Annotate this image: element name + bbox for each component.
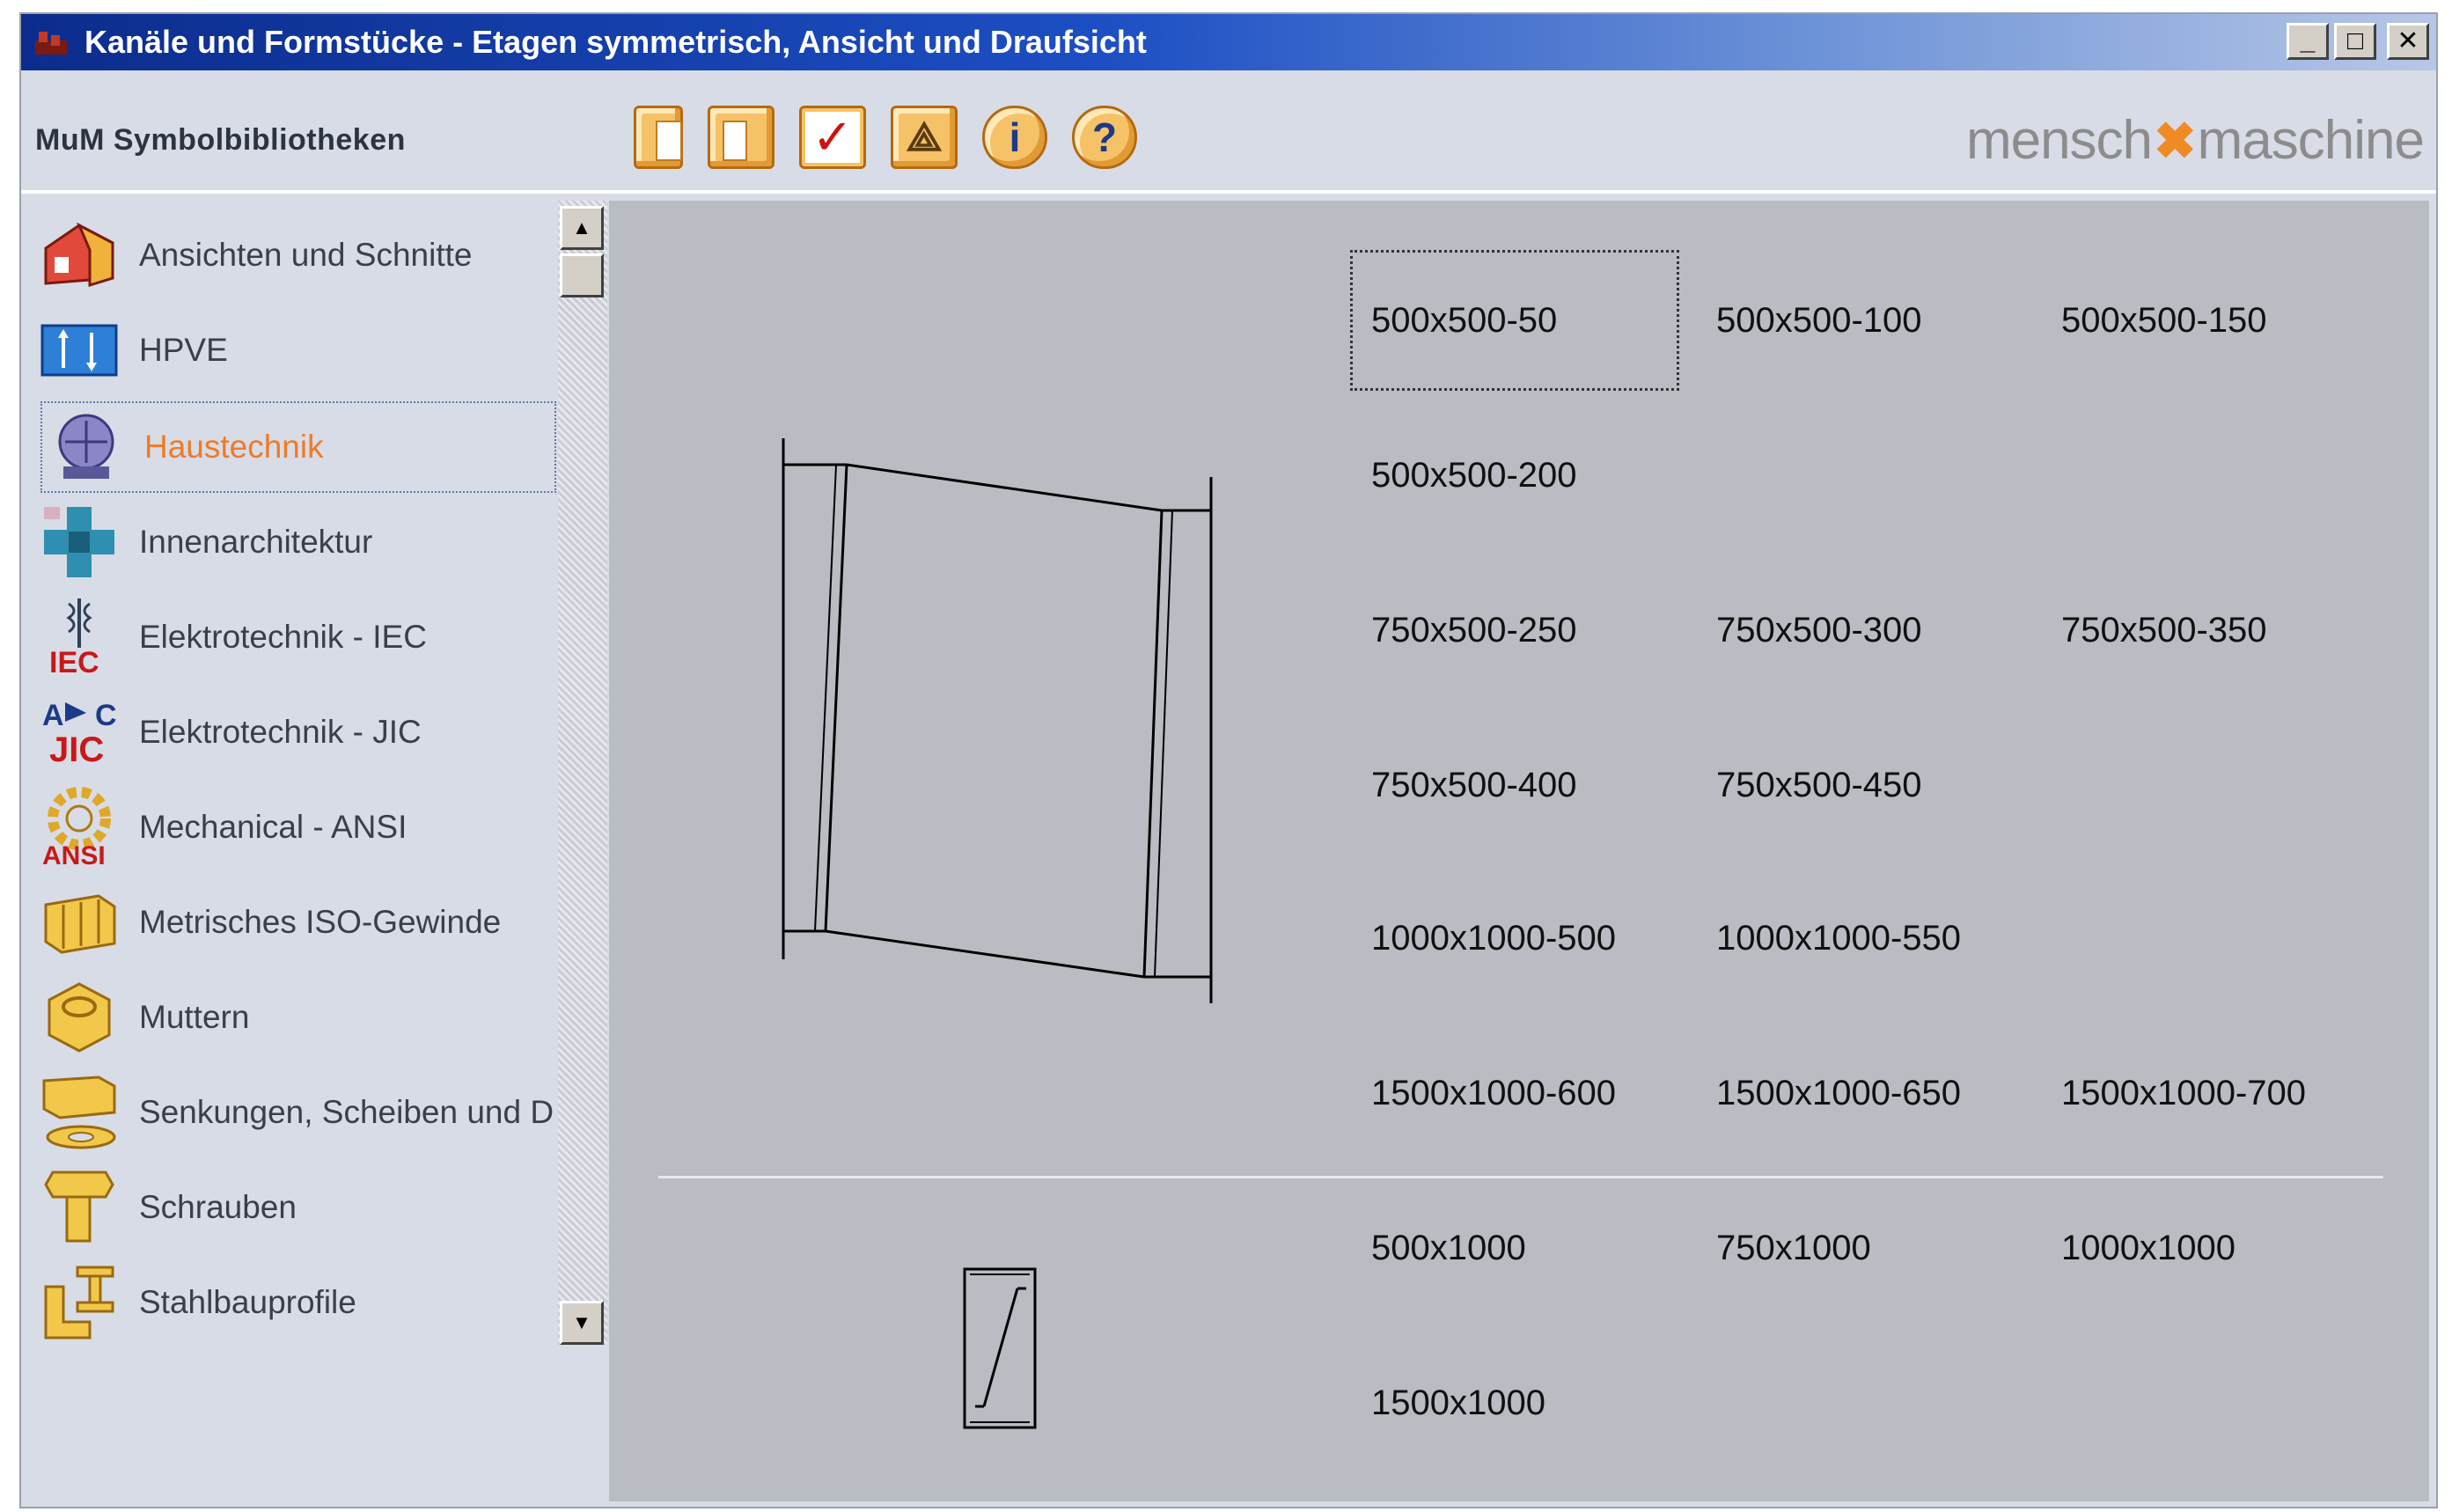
info-button[interactable]: i xyxy=(982,106,1047,169)
ansi-gear-icon: ANSI xyxy=(37,785,121,870)
nut-icon xyxy=(37,975,121,1060)
sidebar-item-label: Metrisches ISO-Gewinde xyxy=(139,904,502,940)
iec-icon-text: IEC xyxy=(49,646,99,679)
scroll-down-button[interactable]: ▼ xyxy=(560,1301,604,1345)
symbol-item[interactable]: 500x500-50 xyxy=(1371,301,1557,341)
symbol-item[interactable]: 1500x1000-650 xyxy=(1716,1074,1961,1113)
scroll-up-button[interactable]: ▲ xyxy=(560,206,604,250)
close-icon: ✕ xyxy=(2397,26,2419,55)
symbol-item[interactable]: 1000x1000-550 xyxy=(1716,919,1961,958)
sidebar-item-label: Schrauben xyxy=(139,1189,297,1225)
symbol-item[interactable]: 1500x1000-600 xyxy=(1371,1074,1616,1113)
building-services-icon xyxy=(42,405,127,489)
iec-icon: IEC xyxy=(37,595,121,679)
drawing-icon: ⟁ xyxy=(906,114,943,159)
window-controls: _ □ ✕ xyxy=(2287,23,2429,60)
sidebar-item-stahlbau[interactable]: Stahlbauprofile xyxy=(37,1257,565,1348)
app-icon[interactable] xyxy=(33,25,69,60)
symbol-item[interactable]: 500x500-100 xyxy=(1716,301,1922,341)
symbol-panel: 500x500-50 500x500-100 500x500-150 500x5… xyxy=(609,201,2429,1501)
toolbar: ✓ ⟁ i ? xyxy=(634,106,1137,169)
help-button[interactable]: ? xyxy=(1072,106,1137,169)
help-icon: ? xyxy=(1091,114,1118,160)
sidebar-item-ansi[interactable]: ANSI Mechanical - ANSI xyxy=(37,782,565,873)
check-button[interactable]: ✓ xyxy=(799,106,866,169)
sidebar-item-label: Innenarchitektur xyxy=(139,524,373,560)
sidebar-item-label: Elektrotechnik - JIC xyxy=(139,714,422,750)
symbol-item[interactable]: 1500x1000-700 xyxy=(2061,1074,2306,1113)
mensch-maschine-logo: mensch ✖ maschine xyxy=(1965,109,2425,172)
sidebar-item-muttern[interactable]: Muttern xyxy=(37,972,565,1063)
sidebar-item-hpve[interactable]: HPVE xyxy=(37,305,565,396)
symbol-item[interactable]: 750x500-450 xyxy=(1716,766,1922,805)
close-button[interactable]: ✕ xyxy=(2387,23,2429,60)
check-icon: ✓ xyxy=(811,109,854,165)
symbol-item[interactable]: 750x500-300 xyxy=(1716,611,1922,650)
ansi-icon-text: ANSI xyxy=(42,841,106,870)
duct-elevation-preview xyxy=(782,438,1213,1003)
sidebar-item-label: Elektrotechnik - IEC xyxy=(139,619,427,655)
jic-icon: AC JIC xyxy=(37,690,121,774)
sidebar-item-label: Senkungen, Scheiben und Du xyxy=(139,1094,553,1130)
duct-plan-preview xyxy=(963,1267,1037,1429)
window-title: Kanäle und Formstücke - Etagen symmetris… xyxy=(84,24,1147,60)
svg-text:C: C xyxy=(95,699,117,732)
sidebar-item-label: Muttern xyxy=(139,999,250,1035)
sidebar-item-iec[interactable]: IEC Elektrotechnik - IEC xyxy=(37,591,565,683)
bolt-icon xyxy=(37,1165,121,1250)
info-icon: i xyxy=(1009,114,1021,160)
minimize-button[interactable]: _ xyxy=(2287,23,2329,60)
sidebar-item-innenarchitektur[interactable]: Innenarchitektur xyxy=(37,496,565,588)
sidebar-item-label: Haustechnik xyxy=(144,429,324,465)
scroll-up-icon: ▲ xyxy=(572,217,591,239)
thread-icon xyxy=(37,880,121,965)
logo-text-right: maschine xyxy=(2197,110,2425,171)
maximize-button[interactable]: □ xyxy=(2334,23,2376,60)
header-bar: MuM Symbolbibliotheken ✓ ⟁ i ? mensch ✖ … xyxy=(21,70,2436,194)
symbol-item[interactable]: 750x500-400 xyxy=(1371,766,1577,805)
sidebar-item-iso-gewinde[interactable]: Metrisches ISO-Gewinde xyxy=(37,877,565,968)
sidebar-item-senkungen[interactable]: Senkungen, Scheiben und Du xyxy=(37,1067,565,1158)
symbol-item[interactable]: 1000x1000 xyxy=(2061,1229,2235,1268)
symbol-item[interactable]: 750x500-250 xyxy=(1371,611,1577,650)
new-sheet-button[interactable] xyxy=(634,106,683,169)
symbol-item[interactable]: 750x1000 xyxy=(1716,1229,1871,1268)
symbol-item[interactable]: 500x500-150 xyxy=(2061,301,2267,341)
sidebar-item-label: Ansichten und Schnitte xyxy=(139,237,473,273)
hpve-icon xyxy=(37,308,121,393)
symbol-item[interactable]: 500x500-200 xyxy=(1371,456,1577,495)
minimize-icon: _ xyxy=(2300,26,2316,55)
symbol-item[interactable]: 500x1000 xyxy=(1371,1229,1526,1268)
sidebar-item-label: HPVE xyxy=(139,332,228,368)
half-sheet-button[interactable] xyxy=(708,106,775,169)
sidebar-scrollbar[interactable]: ▲ ▼ xyxy=(558,201,607,1345)
steel-profile-icon xyxy=(37,1260,121,1345)
symbol-item[interactable]: 750x500-350 xyxy=(2061,611,2267,650)
app-window: Kanäle und Formstücke - Etagen symmetris… xyxy=(19,12,2438,1508)
sidebar-item-schrauben[interactable]: Schrauben xyxy=(37,1162,565,1253)
sidebar-item-ansichten[interactable]: Ansichten und Schnitte xyxy=(37,209,565,301)
interior-icon xyxy=(37,500,121,584)
library-title: MuM Symbolbibliotheken xyxy=(35,123,406,157)
svg-text:A: A xyxy=(42,699,64,732)
title-bar[interactable]: Kanäle und Formstücke - Etagen symmetris… xyxy=(21,14,2436,70)
jic-icon-text: JIC xyxy=(49,730,105,769)
drawing-button[interactable]: ⟁ xyxy=(891,106,958,169)
sidebar-item-jic[interactable]: AC JIC Elektrotechnik - JIC xyxy=(37,686,565,778)
sidebar-item-label: Stahlbauprofile xyxy=(139,1284,356,1320)
sidebar-item-label: Mechanical - ANSI xyxy=(139,809,407,845)
section-divider xyxy=(658,1176,2383,1178)
washer-icon xyxy=(37,1070,121,1155)
scroll-down-icon: ▼ xyxy=(572,1311,591,1333)
logo-text-left: mensch xyxy=(1965,110,2153,171)
house-icon xyxy=(37,213,121,297)
maximize-icon: □ xyxy=(2346,26,2364,55)
sidebar-item-haustechnik[interactable]: Haustechnik xyxy=(40,401,556,493)
logo-mark-icon: ✖ xyxy=(2154,112,2197,170)
scroll-thumb[interactable] xyxy=(560,253,604,297)
library-sidebar: Ansichten und Schnitte HPVE Haustechnik … xyxy=(21,201,593,1503)
symbol-item[interactable]: 1500x1000 xyxy=(1371,1384,1545,1423)
symbol-item[interactable]: 1000x1000-500 xyxy=(1371,919,1616,958)
